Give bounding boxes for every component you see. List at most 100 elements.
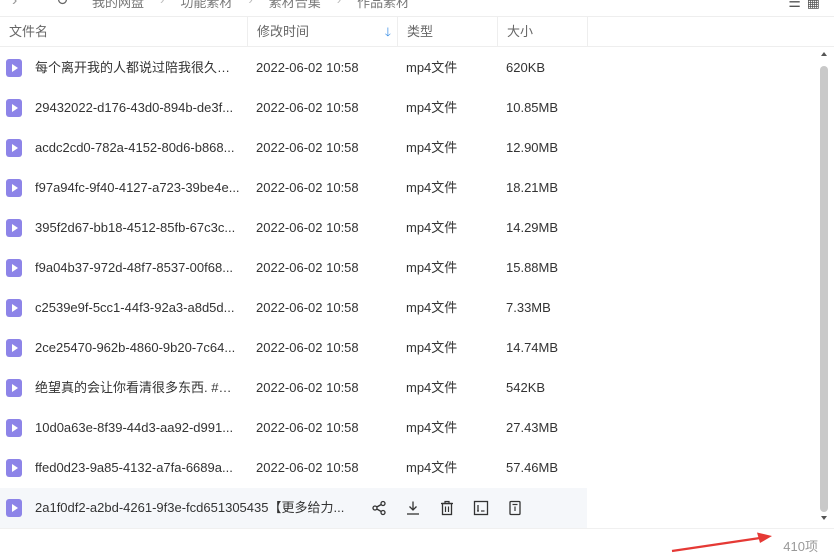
refresh-icon[interactable]: ↻ [56,0,69,9]
delete-button[interactable] [430,488,464,528]
file-modified-time: 2022-06-02 10:58 [256,380,359,395]
file-name: 395f2d67-bb18-4512-85fb-67c3c... [35,220,236,235]
file-list: 每个离开我的人都说过陪我很久很久... 2022-06-02 10:58 mp4… [0,48,818,528]
file-modified-time: 2022-06-02 10:58 [256,300,359,315]
column-header-label: 修改时间 [257,24,310,39]
video-file-icon [6,459,22,477]
file-size: 14.74MB [506,340,559,355]
top-toolbar: › ↻ 我的网盘 › 功能素材 › 素材合集 › 作品素材 ☰ ▦ [0,0,834,14]
video-file-icon [6,179,22,197]
scrollbar-thumb[interactable] [820,66,828,512]
column-header-type[interactable]: 类型 [398,17,498,47]
rename-button[interactable] [464,488,498,528]
file-modified-time: 2022-06-02 10:58 [256,60,359,75]
table-row[interactable]: f9a04b37-972d-48f7-8537-00f68... 2022-06… [0,248,587,288]
share-button[interactable] [362,488,396,528]
breadcrumb-separator: › [160,0,164,11]
video-file-icon [6,299,22,317]
file-type: mp4文件 [406,140,458,155]
file-name: 每个离开我的人都说过陪我很久很久... [35,60,242,75]
column-header-label: 类型 [407,24,434,39]
breadcrumb: 我的网盘 › 功能素材 › 素材合集 › 作品素材 [92,0,409,11]
table-row[interactable]: 每个离开我的人都说过陪我很久很久... 2022-06-02 10:58 mp4… [0,48,587,88]
rename-icon [473,500,489,516]
file-type: mp4文件 [406,100,458,115]
file-type: mp4文件 [406,420,458,435]
table-row[interactable]: 绝望真的会让你看清很多东西. #我... 2022-06-02 10:58 mp… [0,368,587,408]
file-detail-icon [509,500,521,516]
table-row[interactable]: 2ce25470-962b-4860-9b20-7c64... 2022-06-… [0,328,587,368]
column-header-label: 文件名 [9,24,49,39]
table-row-hovered[interactable]: 2a1f0df2-a2bd-4261-9f3e-fcd651305435【更多给… [0,488,587,528]
file-name: ffed0d23-9a85-4132-a7fa-6689a... [35,460,233,475]
file-size: 542KB [506,380,546,395]
annotation-arrow-icon [671,532,772,553]
more-button[interactable] [498,488,532,528]
table-row[interactable]: acdc2cd0-782a-4152-80d6-b868... 2022-06-… [0,128,587,168]
column-header-size[interactable]: 大小 [498,17,588,47]
file-type: mp4文件 [406,300,458,315]
file-modified-time: 2022-06-02 10:58 [256,460,359,475]
download-icon [407,501,419,515]
breadcrumb-separator: › [248,0,252,11]
forward-icon[interactable]: › [12,0,17,9]
file-size: 15.88MB [506,260,559,275]
list-view-icon[interactable]: ☰ [788,0,801,11]
file-name: 2a1f0df2-a2bd-4261-9f3e-fcd651305435【更多给… [35,500,345,515]
file-size: 7.33MB [506,300,551,315]
breadcrumb-item[interactable]: 作品素材 [357,0,409,11]
file-name: f97a94fc-9f40-4127-a723-39be4e... [35,180,240,195]
table-row[interactable]: 395f2d67-bb18-4512-85fb-67c3c... 2022-06… [0,208,587,248]
file-modified-time: 2022-06-02 10:58 [256,420,359,435]
video-file-icon [6,419,22,437]
row-actions [362,488,532,528]
video-file-icon [6,219,22,237]
breadcrumb-item[interactable]: 功能素材 [180,0,232,11]
download-button[interactable] [396,488,430,528]
file-size: 12.90MB [506,140,559,155]
table-row[interactable]: ffed0d23-9a85-4132-a7fa-6689a... 2022-06… [0,448,587,488]
column-header-name[interactable]: 文件名 [0,17,248,47]
file-name: 10d0a63e-8f39-44d3-aa92-d991... [35,420,234,435]
table-row[interactable]: c2539e9f-5cc1-44f3-92a3-a8d5d... 2022-06… [0,288,587,328]
view-controls: ☰ ▦ [788,0,820,11]
file-name: acdc2cd0-782a-4152-80d6-b868... [35,140,235,155]
file-name: c2539e9f-5cc1-44f3-92a3-a8d5d... [35,300,235,315]
video-file-icon [6,499,22,517]
file-type: mp4文件 [406,340,458,355]
file-modified-time: 2022-06-02 10:58 [256,140,359,155]
table-row[interactable]: 29432022-d176-43d0-894b-de3f... 2022-06-… [0,88,587,128]
file-name: 29432022-d176-43d0-894b-de3f... [35,100,234,115]
breadcrumb-item[interactable]: 我的网盘 [92,0,144,11]
table-row[interactable]: f97a94fc-9f40-4127-a723-39be4e... 2022-0… [0,168,587,208]
file-name: 绝望真的会让你看清很多东西. #我... [35,380,242,395]
sort-descending-icon[interactable]: 🡓 [385,17,391,47]
file-modified-time: 2022-06-02 10:58 [256,340,359,355]
video-file-icon [6,99,22,117]
video-file-icon [6,379,22,397]
file-size: 18.21MB [506,180,559,195]
file-type: mp4文件 [406,220,458,235]
file-modified-time: 2022-06-02 10:58 [256,100,359,115]
table-row[interactable]: 10d0a63e-8f39-44d3-aa92-d991... 2022-06-… [0,408,587,448]
breadcrumb-item[interactable]: 素材合集 [269,0,321,11]
file-modified-time: 2022-06-02 10:58 [256,220,359,235]
vertical-scrollbar[interactable] [818,48,830,526]
grid-view-icon[interactable]: ▦ [807,0,820,11]
file-size: 14.29MB [506,220,559,235]
scroll-down-icon[interactable] [821,516,827,520]
file-type: mp4文件 [406,380,458,395]
file-type: mp4文件 [406,180,458,195]
file-type: mp4文件 [406,260,458,275]
share-icon [372,500,386,516]
file-size: 27.43MB [506,420,559,435]
column-header-time[interactable]: 修改时间 🡓 [248,17,398,47]
file-name: 2ce25470-962b-4860-9b20-7c64... [35,340,236,355]
file-manager-window: › ↻ 我的网盘 › 功能素材 › 素材合集 › 作品素材 ☰ ▦ 文件名 修改… [0,0,834,560]
column-header-label: 大小 [507,24,534,39]
video-file-icon [6,139,22,157]
table-header: 文件名 修改时间 🡓 类型 大小 [0,16,834,47]
video-file-icon [6,339,22,357]
file-type: mp4文件 [406,460,458,475]
scroll-up-icon[interactable] [821,52,827,56]
